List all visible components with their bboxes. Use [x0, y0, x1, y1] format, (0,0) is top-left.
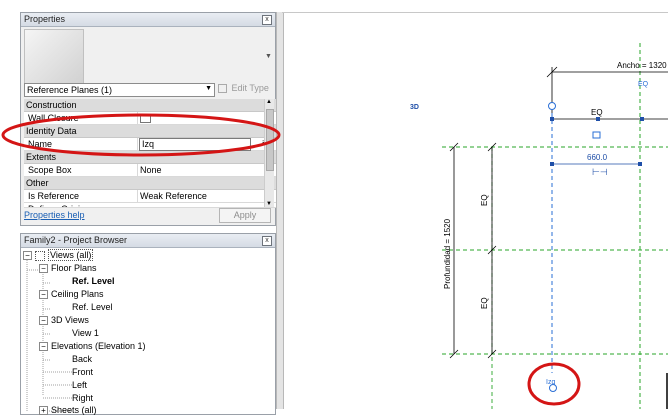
is-reference-value: Weak Reference [140, 191, 207, 201]
tree-view-1[interactable]: View 1 [72, 328, 99, 338]
tree-label: Back [72, 354, 93, 364]
scope-box-value: None [140, 165, 162, 175]
category-label: Construction [26, 100, 77, 110]
tree-ceiling-plans[interactable]: − Ceiling Plans [39, 289, 104, 300]
dim-profundidad[interactable]: Profundidad = 1520 [443, 218, 452, 289]
prop-key: Scope Box [28, 165, 72, 175]
tree-elevations[interactable]: − Elevations (Elevation 1) [39, 341, 146, 352]
tree-label: Right [72, 393, 94, 403]
views-icon [35, 250, 45, 261]
tree-label: Ref. Level [72, 302, 113, 312]
plane-end-circle-top[interactable] [548, 102, 556, 110]
collapse-icon[interactable]: − [39, 264, 48, 274]
close-icon[interactable]: x [262, 15, 272, 25]
collapse-icon[interactable]: − [23, 251, 32, 261]
label-3d[interactable]: 3D [410, 104, 419, 111]
collapse-icon[interactable]: − [39, 316, 48, 326]
properties-titlebar: Properties x [21, 13, 275, 27]
prop-key: Is Reference [28, 191, 80, 201]
tree-label: 3D Views [51, 315, 89, 325]
lock-icon[interactable] [592, 131, 601, 139]
edit-type-button[interactable]: Edit Type [218, 83, 272, 95]
grip-right[interactable] [640, 117, 644, 121]
dim-drag-handle-icon[interactable]: ⊢⊣ [592, 167, 608, 177]
expand-icon[interactable]: + [39, 406, 48, 415]
tree-label: Views (all) [48, 249, 94, 261]
properties-help-link[interactable]: Properties help [24, 210, 85, 220]
properties-title: Properties [24, 14, 66, 24]
dim-ancho[interactable]: Ancho = 1320 [617, 61, 667, 70]
eq-top[interactable]: EQ [591, 108, 603, 117]
tree-3d-views[interactable]: −3D Views [39, 315, 89, 326]
tree-ceiling-ref-level[interactable]: Ref. Level [72, 302, 113, 312]
apply-label: Apply [233, 210, 257, 220]
prop-row-is-reference[interactable]: Is Reference Weak Reference [24, 190, 276, 203]
tree-label: Left [72, 380, 88, 390]
dim-660[interactable]: 660.0 [587, 153, 608, 162]
tree-label: Elevations (Elevation 1) [51, 341, 146, 351]
tree-floor-plans[interactable]: − Floor Plans [39, 263, 97, 274]
chevron-down-icon: ▼ [205, 85, 212, 92]
annotation-overlay [1, 113, 281, 157]
category-other[interactable]: Other ≈ [24, 177, 276, 190]
type-preview-dropdown-icon[interactable]: ▼ [265, 53, 272, 60]
eq-side-top[interactable]: EQ [480, 194, 489, 206]
eq-side-bottom[interactable]: EQ [480, 297, 489, 309]
scroll-up-arrow[interactable]: ▲ [266, 99, 272, 105]
tree-label: Ref. Level [72, 276, 115, 286]
tree-label: View 1 [72, 328, 99, 338]
tree-label: Ceiling Plans [51, 289, 104, 299]
collapse-icon[interactable]: − [39, 342, 48, 352]
prop-row-scope-box[interactable]: Scope Box None [24, 164, 276, 177]
dim-660-grip-right[interactable] [638, 162, 642, 166]
grip-mid[interactable] [596, 117, 600, 121]
tree-label: Front [72, 367, 94, 377]
plane-end-circle-bottom[interactable] [549, 384, 557, 392]
tree-back[interactable]: Back [72, 354, 92, 364]
tree-front[interactable]: Front [72, 367, 93, 377]
tree-label: Sheets (all) [51, 405, 97, 415]
ref-plane-horizontal-group [442, 146, 668, 355]
annotation-ellipse-name [1, 113, 281, 157]
dim-660-grip-left[interactable] [550, 162, 554, 166]
drawing-canvas[interactable]: Ancho = 1320 EQ EQ 660.0 ⊢⊣ Profundidad … [282, 13, 668, 409]
tree-right[interactable]: Right [72, 393, 93, 403]
type-selector[interactable]: Reference Planes (1) ▼ [24, 83, 215, 97]
tree-label: Floor Plans [51, 263, 97, 273]
eq-top-right[interactable]: EQ [638, 81, 649, 88]
collapse-icon[interactable]: − [39, 290, 48, 300]
type-preview-image [24, 29, 84, 91]
tree-views-all[interactable]: − Views (all) [23, 249, 94, 261]
prop-key: Defines Origin [28, 204, 85, 207]
tree-left[interactable]: Left [72, 380, 87, 390]
apply-button[interactable]: Apply [219, 208, 271, 223]
edit-type-label: Edit Type [231, 83, 269, 93]
tree-sheets[interactable]: + Sheets (all) [39, 405, 97, 415]
category-label: Other [26, 178, 49, 188]
grip-left[interactable] [550, 117, 554, 121]
tree-floorplan-ref-level[interactable]: Ref. Level [72, 276, 115, 286]
project-browser-panel: Family2 - Project Browser x − Views (all)… [20, 233, 276, 415]
scroll-down-arrow[interactable]: ▼ [266, 201, 272, 207]
type-selector-value: Reference Planes (1) [27, 85, 113, 95]
edit-type-icon [218, 84, 227, 94]
